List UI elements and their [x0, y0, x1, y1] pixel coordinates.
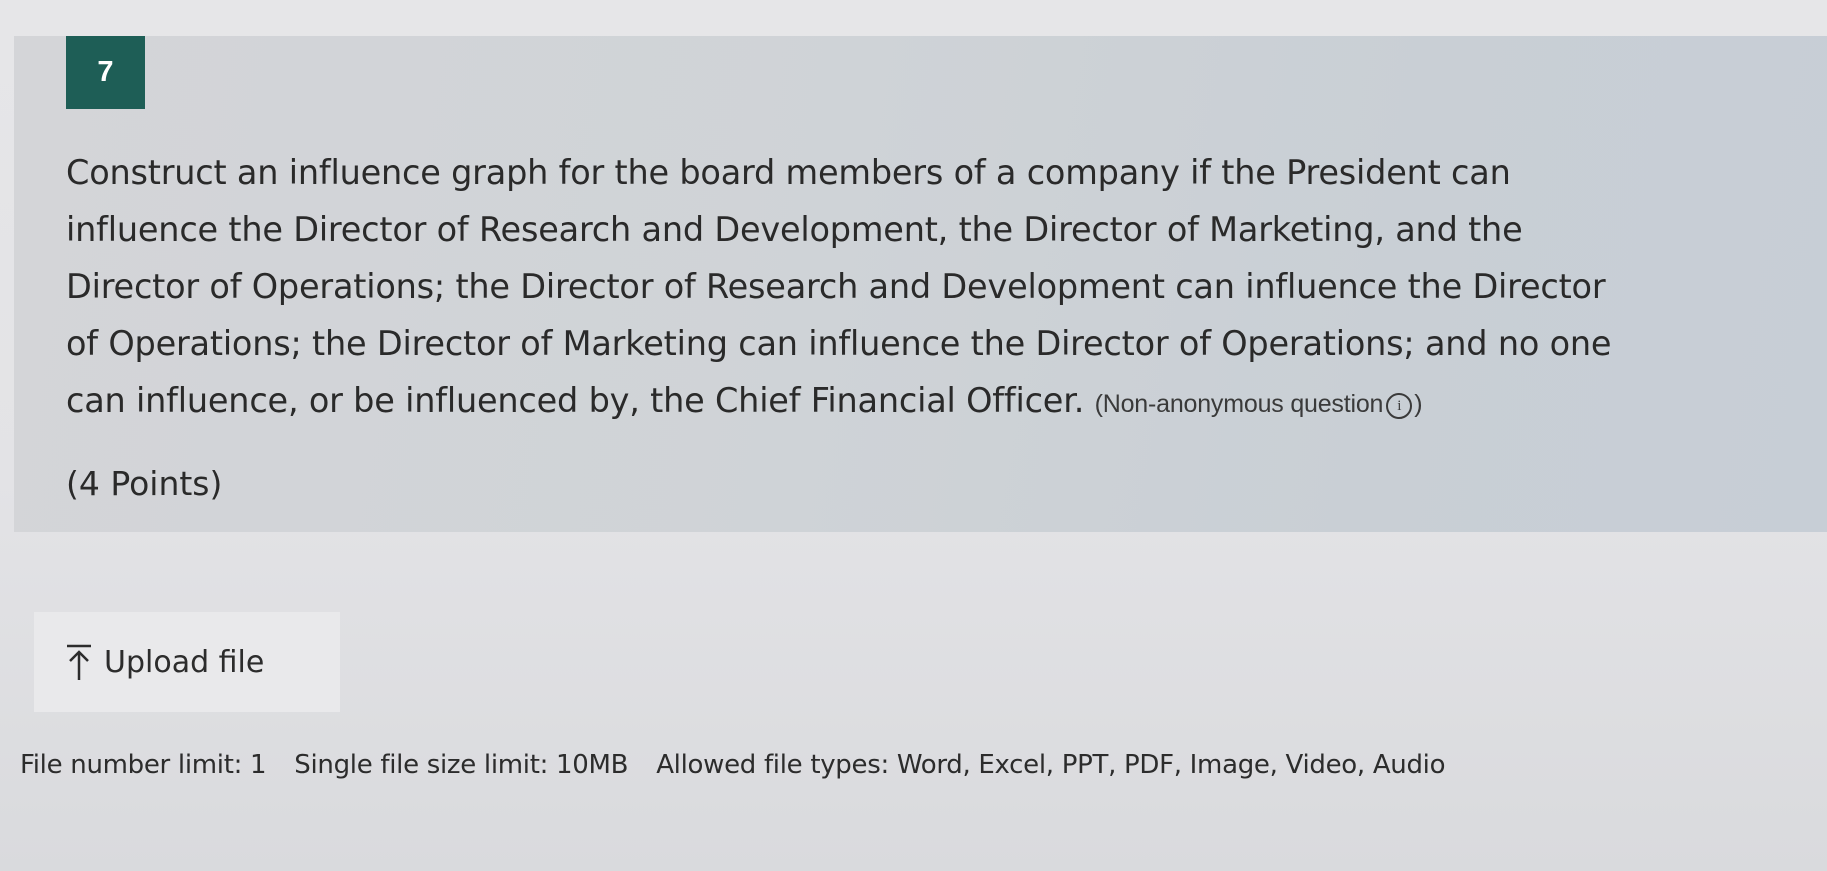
upload-icon	[67, 644, 91, 680]
question-text-line: can influence, or be influenced by, the …	[66, 381, 1085, 420]
file-size-limit: Single file size limit: 10MB	[294, 750, 629, 780]
question-text-last-line: can influence, or be influenced by, the …	[66, 372, 1796, 433]
file-number-limit: File number limit: 1	[20, 750, 267, 780]
info-icon[interactable]: i	[1386, 393, 1413, 419]
allowed-file-types: Allowed file types: Word, Excel, PPT, PD…	[656, 750, 1446, 780]
question-text: Construct an influence graph for the boa…	[66, 144, 1796, 433]
question-card: 7 Construct an influence graph for the b…	[14, 36, 1827, 532]
upload-file-button[interactable]: Upload file	[34, 612, 340, 712]
non-anonymous-close: )	[1414, 390, 1423, 418]
non-anonymous-label: (Non-anonymous question	[1094, 390, 1384, 418]
question-points: (4 Points)	[66, 464, 223, 503]
question-text-line: Construct an influence graph for the boa…	[66, 153, 1511, 192]
question-text-line: Director of Operations; the Director of …	[66, 267, 1606, 306]
upload-file-label: Upload file	[104, 644, 265, 680]
question-text-line: influence the Director of Research and D…	[66, 210, 1523, 249]
non-anonymous-tag: (Non-anonymous question i)	[1094, 390, 1423, 419]
question-number: 7	[66, 36, 145, 109]
upload-limits: File number limit: 1 Single file size lim…	[20, 750, 1473, 780]
question-text-line: of Operations; the Director of Marketing…	[66, 324, 1612, 363]
